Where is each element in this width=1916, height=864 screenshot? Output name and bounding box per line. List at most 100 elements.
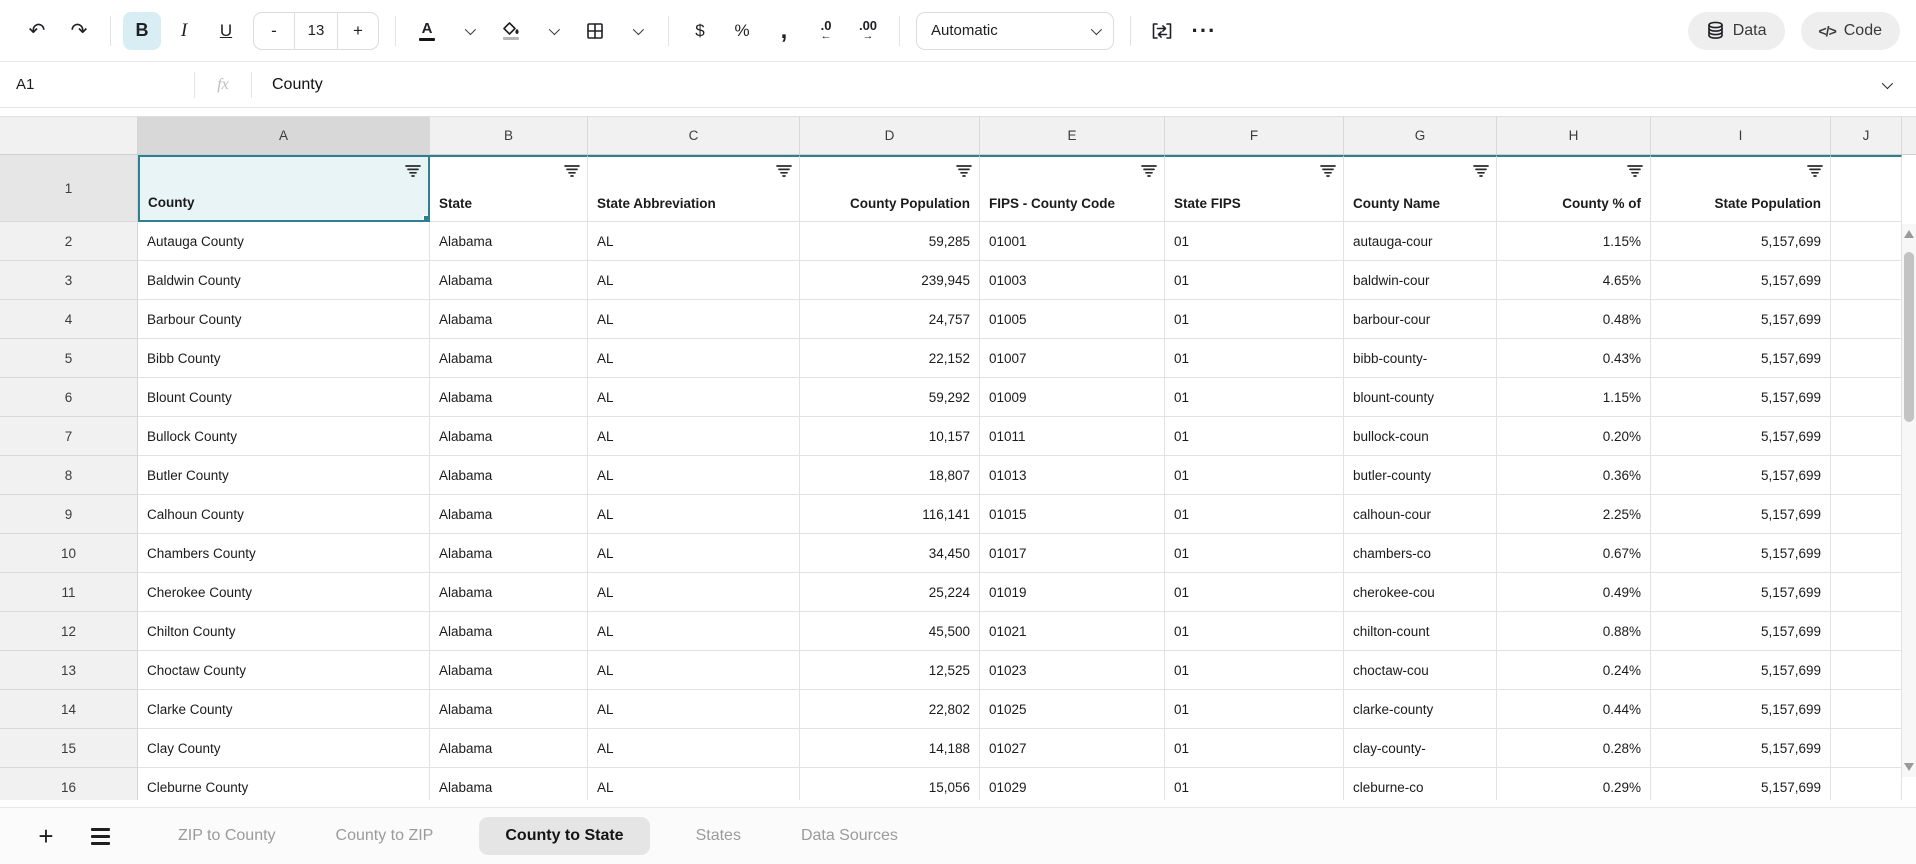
- cell-I2[interactable]: 5,157,699: [1651, 222, 1831, 261]
- row-header-16[interactable]: 16: [0, 768, 138, 800]
- row-header-12[interactable]: 12: [0, 612, 138, 651]
- cell-I5[interactable]: 5,157,699: [1651, 339, 1831, 378]
- cell-E2[interactable]: 01001: [980, 222, 1165, 261]
- cell-E6[interactable]: 01009: [980, 378, 1165, 417]
- cell-G7[interactable]: bullock-coun: [1344, 417, 1497, 456]
- data-panel-button[interactable]: Data: [1688, 12, 1785, 50]
- cell-B15[interactable]: Alabama: [430, 729, 588, 768]
- cell-F14[interactable]: 01: [1165, 690, 1344, 729]
- cell-H4[interactable]: 0.48%: [1497, 300, 1651, 339]
- cell-E10[interactable]: 01017: [980, 534, 1165, 573]
- cell-D4[interactable]: 24,757: [800, 300, 980, 339]
- cell-E12[interactable]: 01021: [980, 612, 1165, 651]
- filter-icon[interactable]: [1320, 164, 1336, 180]
- cell-H3[interactable]: 4.65%: [1497, 261, 1651, 300]
- row-header-6[interactable]: 6: [0, 378, 138, 417]
- cell-D3[interactable]: 239,945: [800, 261, 980, 300]
- cell-C13[interactable]: AL: [588, 651, 800, 690]
- cell-F4[interactable]: 01: [1165, 300, 1344, 339]
- number-format-dropdown[interactable]: Automatic: [916, 12, 1114, 50]
- cell-D1[interactable]: County Population: [800, 155, 980, 222]
- select-all-corner[interactable]: [0, 117, 138, 154]
- borders-dropdown[interactable]: [618, 12, 656, 50]
- sheet-tab-county-to-zip[interactable]: County to ZIP: [306, 817, 464, 855]
- cell-H9[interactable]: 2.25%: [1497, 495, 1651, 534]
- cell-A16[interactable]: Cleburne County: [138, 768, 430, 800]
- row-header-2[interactable]: 2: [0, 222, 138, 261]
- cell-J11[interactable]: [1831, 573, 1902, 612]
- borders-button[interactable]: [576, 12, 614, 50]
- row-header-14[interactable]: 14: [0, 690, 138, 729]
- cell-G14[interactable]: clarke-county: [1344, 690, 1497, 729]
- text-color-dropdown[interactable]: [450, 12, 488, 50]
- cell-A15[interactable]: Clay County: [138, 729, 430, 768]
- sheet-tab-zip-to-county[interactable]: ZIP to County: [148, 817, 306, 855]
- cell-F5[interactable]: 01: [1165, 339, 1344, 378]
- cell-A2[interactable]: Autauga County: [138, 222, 430, 261]
- currency-format-button[interactable]: $: [681, 12, 719, 50]
- cell-G10[interactable]: chambers-co: [1344, 534, 1497, 573]
- cell-E13[interactable]: 01023: [980, 651, 1165, 690]
- cell-D10[interactable]: 34,450: [800, 534, 980, 573]
- cell-C10[interactable]: AL: [588, 534, 800, 573]
- cell-H16[interactable]: 0.29%: [1497, 768, 1651, 800]
- cell-B7[interactable]: Alabama: [430, 417, 588, 456]
- cell-J7[interactable]: [1831, 417, 1902, 456]
- cell-J6[interactable]: [1831, 378, 1902, 417]
- cell-C1[interactable]: State Abbreviation: [588, 155, 800, 222]
- cell-F11[interactable]: 01: [1165, 573, 1344, 612]
- cell-F6[interactable]: 01: [1165, 378, 1344, 417]
- filter-icon[interactable]: [956, 164, 972, 180]
- cell-A8[interactable]: Butler County: [138, 456, 430, 495]
- comma-format-button[interactable]: ,: [765, 12, 803, 50]
- cell-I6[interactable]: 5,157,699: [1651, 378, 1831, 417]
- cell-G8[interactable]: butler-county: [1344, 456, 1497, 495]
- cell-G15[interactable]: clay-county-: [1344, 729, 1497, 768]
- fill-color-dropdown[interactable]: [534, 12, 572, 50]
- cell-C12[interactable]: AL: [588, 612, 800, 651]
- cell-B10[interactable]: Alabama: [430, 534, 588, 573]
- scroll-down-arrow-icon[interactable]: [1904, 763, 1914, 771]
- font-size-decrease-button[interactable]: -: [254, 13, 294, 49]
- cell-H14[interactable]: 0.44%: [1497, 690, 1651, 729]
- cell-F10[interactable]: 01: [1165, 534, 1344, 573]
- cell-E7[interactable]: 01011: [980, 417, 1165, 456]
- cell-G3[interactable]: baldwin-cour: [1344, 261, 1497, 300]
- cell-A4[interactable]: Barbour County: [138, 300, 430, 339]
- cell-D6[interactable]: 59,292: [800, 378, 980, 417]
- cell-I10[interactable]: 5,157,699: [1651, 534, 1831, 573]
- font-size-increase-button[interactable]: +: [338, 13, 378, 49]
- cell-C9[interactable]: AL: [588, 495, 800, 534]
- cell-J15[interactable]: [1831, 729, 1902, 768]
- cell-C14[interactable]: AL: [588, 690, 800, 729]
- cell-H10[interactable]: 0.67%: [1497, 534, 1651, 573]
- cell-C8[interactable]: AL: [588, 456, 800, 495]
- row-header-8[interactable]: 8: [0, 456, 138, 495]
- cell-J16[interactable]: [1831, 768, 1902, 800]
- cell-B5[interactable]: Alabama: [430, 339, 588, 378]
- convert-range-button[interactable]: [1143, 12, 1181, 50]
- row-header-10[interactable]: 10: [0, 534, 138, 573]
- cell-B13[interactable]: Alabama: [430, 651, 588, 690]
- column-header-H[interactable]: H: [1497, 117, 1651, 154]
- row-header-9[interactable]: 9: [0, 495, 138, 534]
- undo-button[interactable]: ↶: [18, 12, 56, 50]
- decrease-decimal-button[interactable]: .0 ←: [807, 12, 845, 50]
- filter-icon[interactable]: [405, 164, 421, 180]
- text-color-button[interactable]: A: [408, 12, 446, 50]
- row-header-4[interactable]: 4: [0, 300, 138, 339]
- cell-F15[interactable]: 01: [1165, 729, 1344, 768]
- cell-H2[interactable]: 1.15%: [1497, 222, 1651, 261]
- cell-E9[interactable]: 01015: [980, 495, 1165, 534]
- cell-E4[interactable]: 01005: [980, 300, 1165, 339]
- percent-format-button[interactable]: %: [723, 12, 761, 50]
- cell-D5[interactable]: 22,152: [800, 339, 980, 378]
- cell-B2[interactable]: Alabama: [430, 222, 588, 261]
- cell-E14[interactable]: 01025: [980, 690, 1165, 729]
- cell-D15[interactable]: 14,188: [800, 729, 980, 768]
- filter-icon[interactable]: [1141, 164, 1157, 180]
- row-header-1[interactable]: 1: [0, 155, 138, 222]
- cell-H7[interactable]: 0.20%: [1497, 417, 1651, 456]
- cell-C2[interactable]: AL: [588, 222, 800, 261]
- column-header-D[interactable]: D: [800, 117, 980, 154]
